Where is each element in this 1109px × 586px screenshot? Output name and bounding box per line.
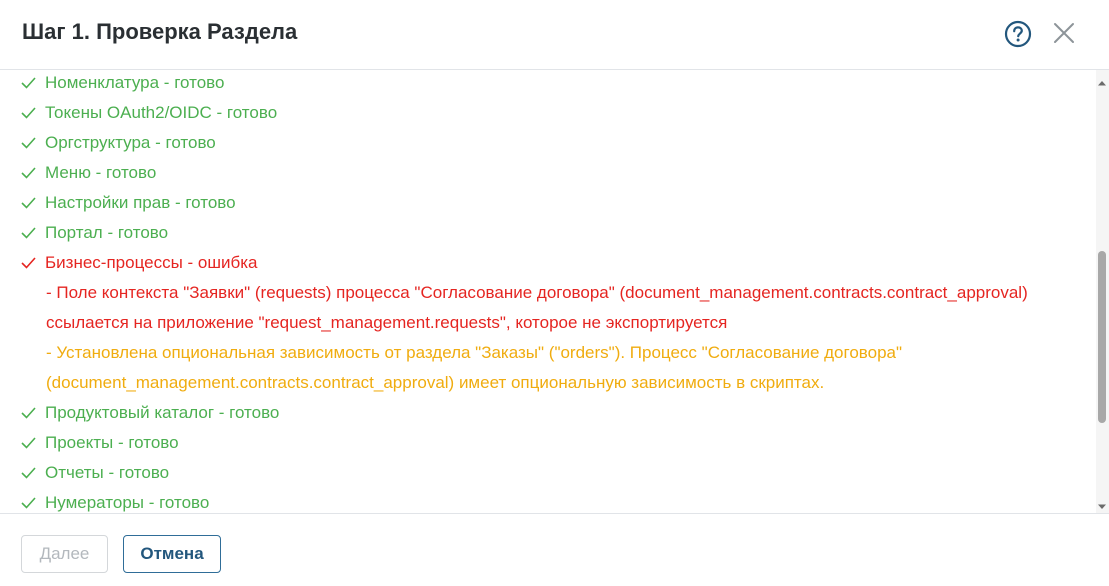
help-icon[interactable] (1004, 20, 1032, 48)
check-item-error: Бизнес-процессы - ошибка (20, 248, 257, 278)
dialog-title: Шаг 1. Проверка Раздела (22, 19, 298, 44)
check-item: Номенклатура - готово (20, 70, 224, 98)
check-icon (20, 488, 45, 514)
check-icon (20, 188, 45, 218)
check-item: Оргструктура - готово (20, 128, 216, 158)
dialog-header: Шаг 1. Проверка Раздела (0, 0, 1109, 70)
close-icon[interactable] (1052, 21, 1076, 45)
error-message: - Поле контекста "Заявки" (requests) про… (46, 283, 1028, 332)
check-item: Токены OAuth2/OIDC - готово (20, 98, 277, 128)
check-item: Продуктовый каталог - готово (20, 398, 279, 428)
cancel-button[interactable]: Отмена (123, 535, 221, 573)
next-button[interactable]: Далее (21, 535, 108, 573)
scrollbar-thumb[interactable] (1098, 251, 1106, 423)
check-item: Портал - готово (20, 218, 168, 248)
check-icon (20, 458, 45, 488)
check-item: Настройки прав - готово (20, 188, 236, 218)
check-icon (20, 128, 45, 158)
check-results-list: Номенклатура - готово Токены OAuth2/OIDC… (0, 70, 1096, 514)
check-icon (20, 158, 45, 188)
check-item: Проекты - готово (20, 428, 179, 458)
check-icon (20, 248, 45, 278)
check-icon (20, 98, 45, 128)
check-icon (20, 218, 45, 248)
check-item: Нумераторы - готово (20, 488, 209, 514)
scroll-down-arrow-icon[interactable] (1097, 498, 1107, 509)
warning-message: - Установлена опциональная зависимость о… (46, 343, 903, 392)
check-item: Меню - готово (20, 158, 156, 188)
scroll-up-arrow-icon[interactable] (1097, 74, 1107, 86)
check-icon (20, 428, 45, 458)
check-item: Отчеты - готово (20, 458, 169, 488)
check-icon (20, 398, 45, 428)
check-icon (20, 70, 45, 98)
